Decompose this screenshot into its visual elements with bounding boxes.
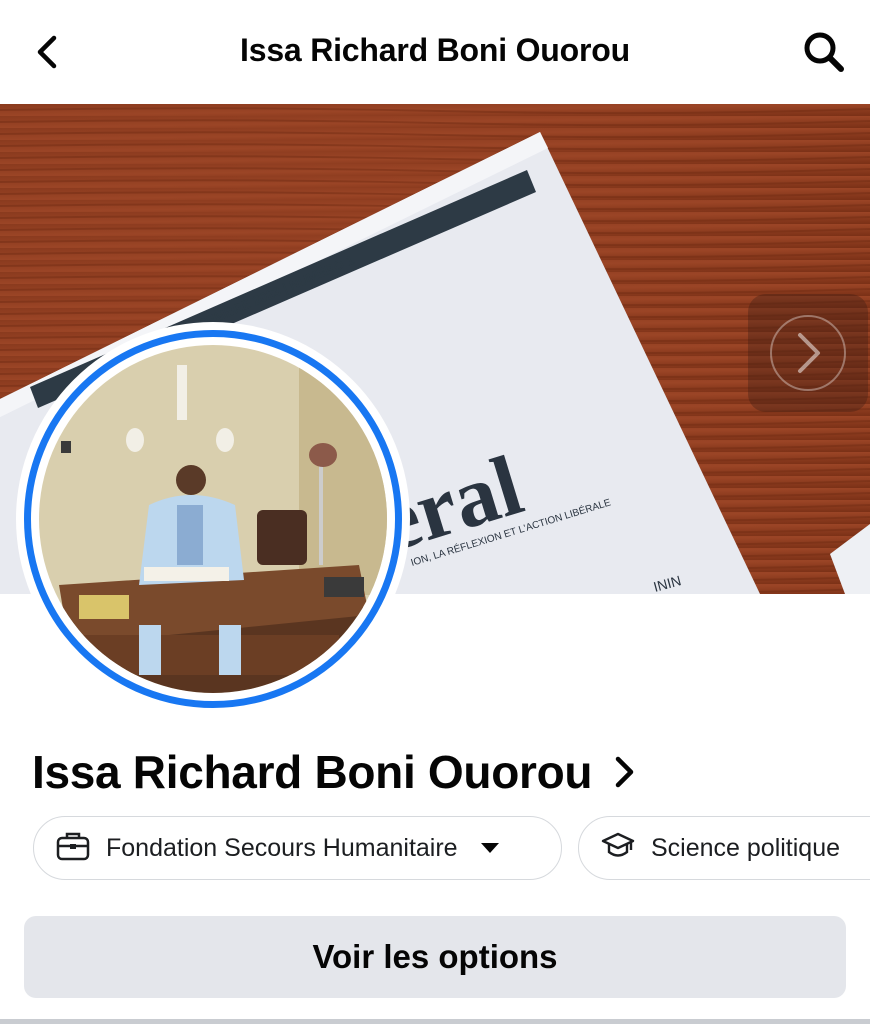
graduation-cap-icon <box>601 831 635 866</box>
caret-down-icon <box>480 842 500 854</box>
chevron-right-icon <box>770 315 846 391</box>
search-icon <box>804 32 844 72</box>
profile-photo <box>39 345 387 693</box>
briefcase-icon <box>56 831 90 866</box>
see-options-button[interactable]: Voir les options <box>24 916 846 998</box>
education-chip[interactable]: Science politique <box>578 816 870 880</box>
search-button[interactable] <box>796 24 852 80</box>
avatar[interactable] <box>16 322 410 716</box>
work-chip-label: Fondation Secours Humanitaire <box>106 833 458 862</box>
back-button[interactable] <box>22 24 74 80</box>
page-title: Issa Richard Boni Ouorou <box>240 32 630 68</box>
divider <box>0 1019 870 1024</box>
back-arrow-icon <box>37 35 57 69</box>
top-bar: Issa Richard Boni Ouorou <box>0 0 870 104</box>
education-chip-label: Science politique <box>651 833 841 862</box>
chevron-right-icon <box>614 755 636 789</box>
see-options-label: Voir les options <box>312 938 558 975</box>
profile-name: Issa Richard Boni Ouorou <box>32 746 593 798</box>
work-chip[interactable]: Fondation Secours Humanitaire <box>33 816 562 880</box>
cover-next-button[interactable] <box>748 294 868 412</box>
profile-name-link[interactable]: Issa Richard Boni Ouorou <box>32 740 636 804</box>
